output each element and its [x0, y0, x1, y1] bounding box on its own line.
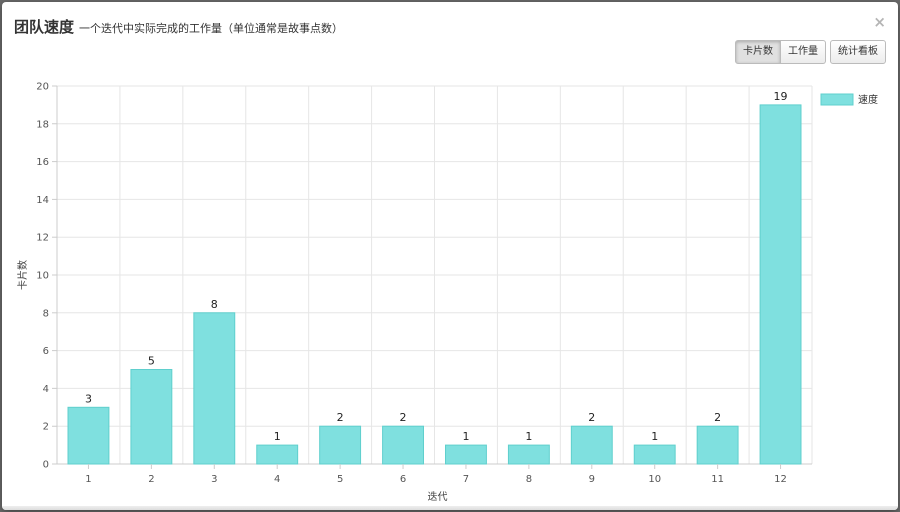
y-tick-label: 4	[43, 384, 49, 395]
dialog-title: 团队速度	[14, 18, 75, 36]
x-tick-label: 1	[85, 474, 91, 485]
dialog-bottom-edge	[2, 506, 898, 510]
bar	[570, 425, 613, 465]
y-tick-label: 2	[43, 422, 49, 433]
x-tick-label: 3	[211, 474, 217, 485]
data-label: 1	[462, 430, 469, 443]
y-tick-label: 12	[36, 233, 49, 244]
y-tick-label: 16	[36, 157, 49, 168]
bar	[382, 425, 424, 465]
x-tick-label: 10	[648, 474, 661, 485]
y-tick-label: 20	[36, 82, 49, 93]
data-label: 1	[274, 430, 281, 443]
data-label: 1	[525, 430, 532, 443]
bar	[507, 444, 550, 465]
legend-swatch	[820, 93, 854, 106]
bar	[633, 444, 676, 465]
y-tick-label: 14	[36, 195, 49, 206]
x-tick-label: 6	[400, 474, 406, 485]
stats-board-button[interactable]: 统计看板	[830, 40, 886, 64]
bar	[256, 444, 299, 465]
x-tick-label: 5	[337, 474, 343, 485]
velocity-dialog: 团队速度 一个迭代中实际完成的工作量（单位通常是故事点数） × 卡片数 工作量 …	[2, 2, 898, 510]
data-label: 2	[714, 411, 721, 424]
y-axis-title: 卡片数	[16, 260, 29, 290]
data-label: 5	[148, 355, 155, 368]
x-tick-label: 2	[148, 474, 154, 485]
dialog-subtitle: 一个迭代中实际完成的工作量（单位通常是故事点数）	[79, 22, 343, 35]
workload-button[interactable]: 工作量	[781, 40, 826, 64]
y-tick-label: 18	[36, 119, 49, 130]
data-label: 19	[774, 90, 788, 103]
bar	[67, 406, 110, 465]
data-label: 8	[211, 298, 218, 311]
bar	[759, 104, 802, 465]
x-tick-label: 9	[589, 474, 595, 485]
bar	[319, 425, 362, 465]
y-tick-label: 0	[43, 460, 49, 471]
data-label: 2	[400, 411, 407, 424]
x-tick-label: 4	[274, 474, 280, 485]
x-tick-label: 7	[463, 474, 469, 485]
y-tick-label: 8	[43, 308, 49, 319]
x-tick-label: 12	[774, 474, 787, 485]
x-tick-label: 8	[526, 474, 532, 485]
y-tick-label: 10	[36, 271, 49, 282]
x-tick-label: 11	[711, 474, 724, 485]
bar	[445, 444, 487, 465]
data-label: 2	[337, 411, 344, 424]
bar	[130, 369, 173, 465]
view-toolbar: 卡片数 工作量 统计看板	[735, 40, 886, 64]
cards-count-button[interactable]: 卡片数	[735, 40, 781, 64]
y-tick-label: 6	[43, 346, 49, 357]
legend-label: 速度	[858, 93, 878, 106]
velocity-bar-chart: 0246810121416182031528314252617182911021…	[16, 82, 878, 504]
data-label: 3	[85, 392, 92, 405]
bar	[696, 425, 739, 465]
data-label: 2	[588, 411, 595, 424]
dialog-header: 团队速度 一个迭代中实际完成的工作量（单位通常是故事点数） ×	[2, 2, 898, 36]
bar	[193, 312, 236, 465]
x-axis-title: 迭代	[428, 491, 448, 503]
close-icon[interactable]: ×	[873, 13, 886, 31]
data-label: 1	[651, 430, 658, 443]
